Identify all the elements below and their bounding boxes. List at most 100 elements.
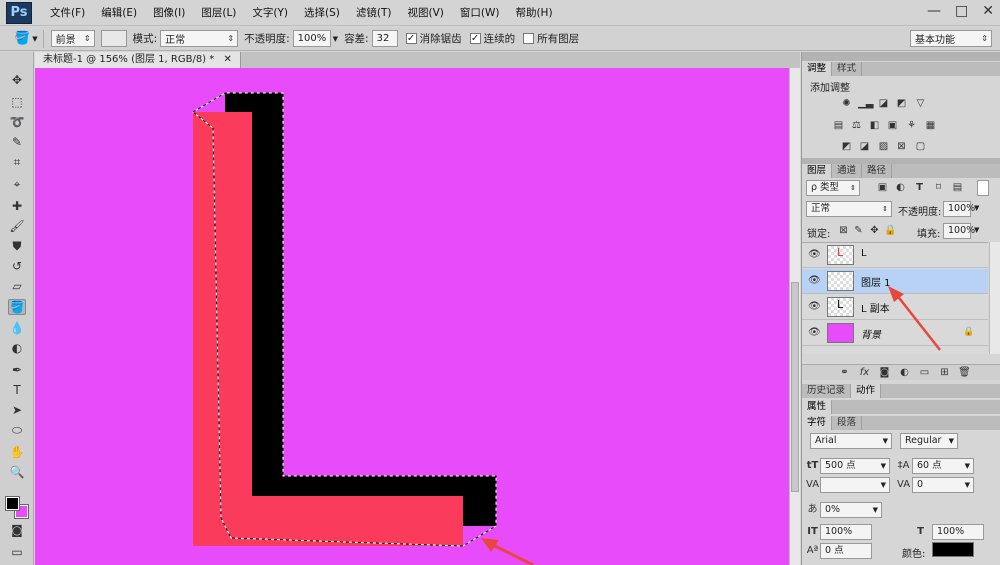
color-balance-icon[interactable]: ⚖ (850, 120, 863, 132)
stamp-tool-icon[interactable]: ⛊ (8, 238, 26, 254)
channel-mixer-icon[interactable]: ⚘ (905, 120, 918, 132)
layers-scrollbar[interactable] (989, 242, 1000, 354)
eyedropper-tool-icon[interactable]: ⌖ (8, 176, 26, 192)
tab-layers[interactable]: 图层 (802, 164, 833, 178)
opacity-input[interactable]: 100% (292, 30, 331, 47)
font-family-select[interactable]: Arial ▼ (810, 433, 892, 449)
invert-icon[interactable]: ◩ (840, 141, 853, 153)
new-adjustment-icon[interactable]: ◐ (898, 367, 911, 379)
tab-channels[interactable]: 通道 (832, 164, 863, 178)
hand-tool-icon[interactable]: ✋ (8, 444, 26, 460)
layer-style-icon[interactable]: fx (858, 367, 871, 379)
crop-tool-icon[interactable]: ⌗ (8, 154, 26, 170)
maximize-button[interactable]: □ (955, 3, 968, 19)
tolerance-input[interactable]: 32 (371, 30, 398, 47)
visibility-eye-icon[interactable]: 👁 (808, 327, 821, 338)
menu-image[interactable]: 图像(I) (145, 0, 193, 26)
tab-history[interactable]: 历史记录 (802, 384, 852, 398)
filter-shape-icon[interactable]: ⌑ (932, 182, 945, 194)
visibility-eye-icon[interactable]: 👁 (808, 275, 821, 286)
kerning-input[interactable]: ▼ (820, 477, 890, 493)
shape-tool-icon[interactable]: ⬭ (8, 422, 26, 438)
layer-row-L[interactable]: 👁 L L (802, 243, 988, 268)
fill-input[interactable]: 100% (943, 223, 975, 239)
photo-filter-icon[interactable]: ▣ (886, 120, 899, 132)
hue-saturation-icon[interactable]: ▤ (832, 120, 845, 132)
quick-mask-icon[interactable]: ◙ (8, 522, 26, 538)
chevron-down-icon[interactable]: ▼ (333, 35, 338, 43)
curves-icon[interactable]: ◪ (877, 98, 890, 110)
document-canvas[interactable] (35, 68, 789, 565)
layer-opacity-input[interactable]: 100% (943, 201, 975, 217)
contiguous-checkbox[interactable]: ✓ (469, 33, 481, 44)
pattern-picker[interactable] (100, 30, 127, 47)
close-tab-icon[interactable]: ✕ (223, 54, 231, 65)
marquee-tool-icon[interactable]: ⬚ (8, 94, 26, 110)
all-layers-checkbox[interactable] (523, 33, 535, 44)
menu-window[interactable]: 窗口(W) (452, 0, 508, 26)
dodge-tool-icon[interactable]: ◐ (8, 340, 26, 356)
path-select-tool-icon[interactable]: ➤ (8, 402, 26, 418)
posterize-icon[interactable]: ◪ (858, 141, 871, 153)
new-group-icon[interactable]: ▭ (918, 367, 931, 379)
baseline-shift-input[interactable]: 0 点 (820, 543, 872, 559)
paint-bucket-tool-icon[interactable]: 🪣 (8, 299, 26, 315)
blur-tool-icon[interactable]: 💧 (8, 320, 26, 336)
horizontal-scale-input[interactable]: 100% (932, 524, 984, 540)
font-size-input[interactable]: 500 点 ▼ (820, 458, 890, 474)
blend-mode-select[interactable]: 正常 ⇕ (806, 201, 892, 217)
exposure-icon[interactable]: ◩ (895, 98, 908, 110)
quick-select-tool-icon[interactable]: ✎ (8, 134, 26, 150)
brightness-icon[interactable]: ✺ (840, 98, 853, 110)
tab-styles[interactable]: 样式 (832, 62, 863, 76)
tab-adjustments[interactable]: 调整 (802, 62, 833, 76)
type-tool-icon[interactable]: T (8, 382, 26, 398)
tsume-input[interactable]: 0% ▼ (820, 502, 882, 518)
paint-bucket-tool-preset-icon[interactable]: 🪣 (14, 31, 30, 46)
canvas-scrollbar[interactable] (789, 68, 800, 565)
leading-input[interactable]: 60 点 ▼ (912, 458, 974, 474)
filter-type-icon[interactable]: T (913, 182, 926, 194)
screen-mode-icon[interactable]: ▭ (8, 544, 26, 560)
menu-filter[interactable]: 滤镜(T) (348, 0, 400, 26)
lock-transparent-icon[interactable]: ⊠ (837, 225, 850, 237)
gradient-map-icon[interactable]: ⊠ (895, 141, 908, 153)
selective-color-icon[interactable]: ▢ (914, 141, 927, 153)
layer-filter-select[interactable]: ρ 类型 ⇕ (806, 180, 860, 196)
vibrance-icon[interactable]: ▽ (914, 98, 927, 110)
brush-tool-icon[interactable]: 🖌 (8, 218, 26, 234)
vertical-scale-input[interactable]: 100% (820, 524, 872, 540)
threshold-icon[interactable]: ▨ (877, 141, 890, 153)
filter-smart-object-icon[interactable]: ▤ (951, 182, 964, 194)
lock-all-icon[interactable]: 🔒 (884, 225, 897, 237)
tab-paths[interactable]: 路径 (862, 164, 893, 178)
font-style-select[interactable]: Regular ▼ (900, 433, 958, 449)
tab-character[interactable]: 字符 (802, 416, 833, 430)
tracking-input[interactable]: 0 ▼ (912, 477, 974, 493)
link-layers-icon[interactable]: ⚭ (838, 367, 851, 379)
add-mask-icon[interactable]: ◙ (878, 367, 891, 379)
history-brush-tool-icon[interactable]: ↺ (8, 258, 26, 274)
visibility-eye-icon[interactable]: 👁 (808, 301, 821, 312)
filter-adjustment-icon[interactable]: ◐ (894, 182, 907, 194)
levels-icon[interactable]: ▁▃ (858, 98, 873, 110)
eraser-tool-icon[interactable]: ▱ (8, 278, 26, 294)
mode-select[interactable]: 正常 ⇕ (160, 30, 239, 47)
new-layer-icon[interactable]: ⊞ (938, 367, 951, 379)
lasso-tool-icon[interactable]: ➰ (8, 114, 26, 130)
lock-position-icon[interactable]: ✥ (868, 225, 881, 237)
foreground-color-swatch[interactable] (5, 496, 20, 511)
menu-help[interactable]: 帮助(H) (507, 0, 560, 26)
zoom-tool-icon[interactable]: 🔍 (8, 464, 26, 480)
lock-pixels-icon[interactable]: ✎ (852, 225, 865, 237)
menu-layer[interactable]: 图层(L) (193, 0, 244, 26)
tab-actions[interactable]: 动作 (851, 384, 882, 398)
healing-brush-tool-icon[interactable]: ✚ (8, 198, 26, 214)
pen-tool-icon[interactable]: ✒ (8, 362, 26, 378)
text-color-swatch[interactable] (932, 542, 974, 557)
filter-pixel-icon[interactable]: ▣ (876, 182, 889, 194)
visibility-eye-icon[interactable]: 👁 (808, 249, 821, 260)
minimize-button[interactable]: — (927, 3, 941, 19)
color-lookup-icon[interactable]: ▦ (924, 120, 937, 132)
menu-file[interactable]: 文件(F) (42, 0, 93, 26)
